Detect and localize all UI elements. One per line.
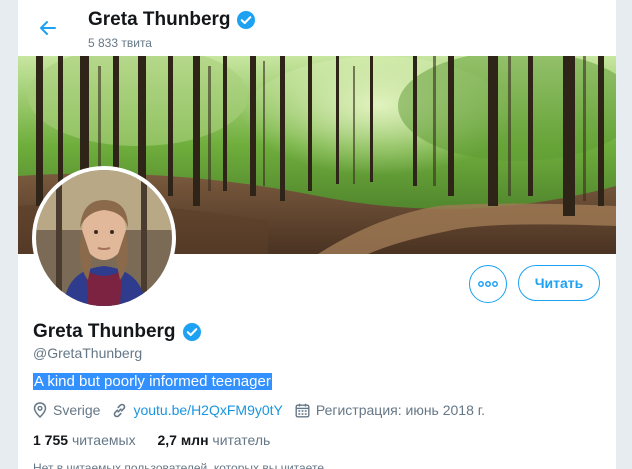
website-link[interactable]: youtu.be/H2QxFM9y0tY bbox=[133, 402, 282, 418]
profile-name-row: Greta Thunberg bbox=[33, 321, 202, 343]
followers-count: 2,7 млн bbox=[157, 432, 209, 448]
tweet-count: 5 833 твита bbox=[88, 36, 152, 50]
header-name: Greta Thunberg bbox=[88, 9, 231, 30]
joined-text: Регистрация: июнь 2018 г. bbox=[315, 402, 486, 418]
following-label: читаемых bbox=[71, 432, 136, 448]
verified-badge-icon bbox=[182, 323, 201, 341]
more-button[interactable] bbox=[469, 265, 507, 303]
following-stat[interactable]: 1 755 читаемых bbox=[33, 432, 139, 448]
header-title: Greta Thunberg bbox=[88, 9, 256, 31]
profile-name: Greta Thunberg bbox=[33, 321, 176, 342]
location-pin-icon bbox=[33, 402, 47, 418]
calendar-icon bbox=[295, 403, 310, 418]
followers-stat[interactable]: 2,7 млн читатель bbox=[157, 432, 270, 448]
profile-bio: A kind but poorly informed teenager bbox=[33, 373, 272, 390]
back-button[interactable] bbox=[32, 12, 64, 44]
more-icon bbox=[478, 281, 498, 287]
location-item: Sverige bbox=[33, 402, 100, 418]
following-count: 1 755 bbox=[33, 432, 69, 448]
followers-label: читатель bbox=[212, 432, 271, 448]
profile-stats: 1 755 читаемых 2,7 млн читатель bbox=[33, 432, 288, 448]
profile-header: Greta Thunberg 5 833 твита bbox=[18, 0, 616, 56]
back-arrow-icon bbox=[40, 21, 56, 35]
follow-button[interactable]: Читать bbox=[518, 265, 600, 301]
website-item: youtu.be/H2QxFM9y0tY bbox=[112, 402, 283, 418]
joined-item: Регистрация: июнь 2018 г. bbox=[295, 402, 485, 418]
profile-column: Greta Thunberg 5 833 твита Читать Greta … bbox=[18, 0, 616, 469]
followers-you-know-text: Нет в читаемых пользователей, которых вы… bbox=[33, 461, 324, 469]
location-text: Sverige bbox=[53, 402, 101, 418]
profile-handle: @GretaThunberg bbox=[33, 345, 143, 361]
profile-meta: Sverige youtu.be/H2QxFM9y0tY Регистрация… bbox=[33, 402, 497, 418]
link-icon bbox=[114, 403, 126, 417]
profile-avatar[interactable] bbox=[32, 166, 176, 310]
verified-badge-icon bbox=[236, 11, 255, 29]
avatar-photo bbox=[36, 170, 172, 306]
